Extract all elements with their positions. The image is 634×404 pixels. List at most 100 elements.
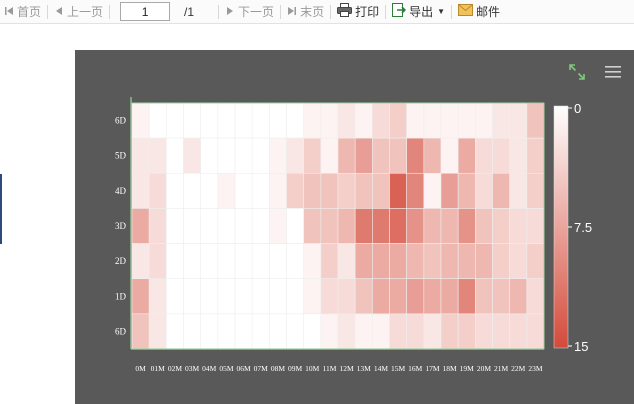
heatmap-cell[interactable] xyxy=(320,102,339,139)
heatmap-cell[interactable] xyxy=(337,243,356,280)
heatmap-cell[interactable] xyxy=(337,172,356,209)
heatmap-cell[interactable] xyxy=(303,102,322,139)
heatmap-cell[interactable] xyxy=(337,313,356,350)
heatmap-cell[interactable] xyxy=(234,243,253,280)
heatmap-cell[interactable] xyxy=(509,137,528,174)
heatmap-cell[interactable] xyxy=(166,208,184,244)
heatmap-cell[interactable] xyxy=(217,102,236,139)
heatmap-cell[interactable] xyxy=(440,172,459,209)
heatmap-cell[interactable] xyxy=(251,137,270,174)
heatmap-cell[interactable] xyxy=(148,278,167,315)
heatmap-cell[interactable] xyxy=(200,137,219,174)
heatmap-cell[interactable] xyxy=(354,208,373,244)
heatmap-cell[interactable] xyxy=(526,243,545,280)
heatmap-cell[interactable] xyxy=(217,278,236,315)
heatmap-cell[interactable] xyxy=(286,172,304,209)
heatmap-cell[interactable] xyxy=(440,313,459,350)
heatmap-cell[interactable] xyxy=(372,172,390,209)
heatmap-cell[interactable] xyxy=(200,278,219,315)
heatmap-cell[interactable] xyxy=(354,172,373,209)
heatmap-cell[interactable] xyxy=(457,102,476,139)
heatmap-cell[interactable] xyxy=(457,243,476,280)
heatmap-cell[interactable] xyxy=(269,278,287,315)
heatmap-cell[interactable] xyxy=(509,243,528,280)
next-page-button[interactable]: 下一页 xyxy=(225,0,274,24)
heatmap-cell[interactable] xyxy=(457,172,476,209)
heatmap-cell[interactable] xyxy=(423,313,442,350)
heatmap-cell[interactable] xyxy=(166,137,184,174)
heatmap-cell[interactable] xyxy=(303,313,322,350)
heatmap-cell[interactable] xyxy=(320,208,339,244)
heatmap-cell[interactable] xyxy=(457,313,476,350)
heatmap-cell[interactable] xyxy=(183,137,201,174)
heatmap-cell[interactable] xyxy=(131,102,150,139)
heatmap-cell[interactable] xyxy=(475,102,493,139)
heatmap-cell[interactable] xyxy=(337,278,356,315)
heatmap-cell[interactable] xyxy=(303,208,322,244)
heatmap-cell[interactable] xyxy=(234,313,253,350)
heatmap-cell[interactable] xyxy=(183,172,201,209)
heatmap-cell[interactable] xyxy=(217,137,236,174)
heatmap-cell[interactable] xyxy=(440,137,459,174)
heatmap-cell[interactable] xyxy=(148,313,167,350)
heatmap-cell[interactable] xyxy=(320,137,339,174)
heatmap-cell[interactable] xyxy=(406,137,425,174)
heatmap-cell[interactable] xyxy=(372,243,390,280)
heatmap-cell[interactable] xyxy=(337,102,356,139)
heatmap-cell[interactable] xyxy=(406,208,425,244)
heatmap-cell[interactable] xyxy=(354,243,373,280)
heatmap-cell[interactable] xyxy=(492,208,510,244)
heatmap-cell[interactable] xyxy=(440,278,459,315)
heatmap-cell[interactable] xyxy=(251,102,270,139)
heatmap-cell[interactable] xyxy=(509,313,528,350)
heatmap-cell[interactable] xyxy=(286,278,304,315)
heatmap-cell[interactable] xyxy=(200,313,219,350)
heatmap-cell[interactable] xyxy=(251,278,270,315)
heatmap-cell[interactable] xyxy=(475,208,493,244)
heatmap-cell[interactable] xyxy=(337,137,356,174)
heatmap-cell[interactable] xyxy=(492,313,510,350)
mail-button[interactable]: 邮件 xyxy=(458,0,500,24)
heatmap-cell[interactable] xyxy=(166,172,184,209)
heatmap-cell[interactable] xyxy=(475,243,493,280)
heatmap-cell[interactable] xyxy=(286,137,304,174)
heatmap-cell[interactable] xyxy=(354,137,373,174)
heatmap-cell[interactable] xyxy=(372,313,390,350)
heatmap-cell[interactable] xyxy=(389,208,407,244)
heatmap-cell[interactable] xyxy=(423,137,442,174)
heatmap-cell[interactable] xyxy=(269,137,287,174)
heatmap-cell[interactable] xyxy=(372,278,390,315)
heatmap-cell[interactable] xyxy=(166,102,184,139)
heatmap-cell[interactable] xyxy=(423,208,442,244)
heatmap-cell[interactable] xyxy=(269,208,287,244)
heatmap-cell[interactable] xyxy=(131,137,150,174)
heatmap-cell[interactable] xyxy=(372,137,390,174)
heatmap-cell[interactable] xyxy=(475,313,493,350)
heatmap-cell[interactable] xyxy=(509,102,528,139)
heatmap-cell[interactable] xyxy=(492,172,510,209)
heatmap-cell[interactable] xyxy=(183,102,201,139)
heatmap-cell[interactable] xyxy=(389,172,407,209)
heatmap-cell[interactable] xyxy=(320,243,339,280)
heatmap-cell[interactable] xyxy=(234,102,253,139)
heatmap-cell[interactable] xyxy=(475,278,493,315)
heatmap-cell[interactable] xyxy=(148,102,167,139)
heatmap-cell[interactable] xyxy=(148,137,167,174)
heatmap-cell[interactable] xyxy=(303,243,322,280)
heatmap-cell[interactable] xyxy=(509,172,528,209)
heatmap-cell[interactable] xyxy=(526,278,545,315)
heatmap-cell[interactable] xyxy=(406,172,425,209)
heatmap-cell[interactable] xyxy=(492,137,510,174)
heatmap-cell[interactable] xyxy=(509,278,528,315)
heatmap-cell[interactable] xyxy=(423,172,442,209)
heatmap-cell[interactable] xyxy=(166,243,184,280)
heatmap-cell[interactable] xyxy=(457,278,476,315)
heatmap-cell[interactable] xyxy=(475,172,493,209)
heatmap-cell[interactable] xyxy=(492,102,510,139)
heatmap-cell[interactable] xyxy=(234,278,253,315)
heatmap-cell[interactable] xyxy=(251,172,270,209)
heatmap-cell[interactable] xyxy=(509,208,528,244)
heatmap-cell[interactable] xyxy=(148,208,167,244)
heatmap-cell[interactable] xyxy=(251,243,270,280)
heatmap-cell[interactable] xyxy=(372,208,390,244)
